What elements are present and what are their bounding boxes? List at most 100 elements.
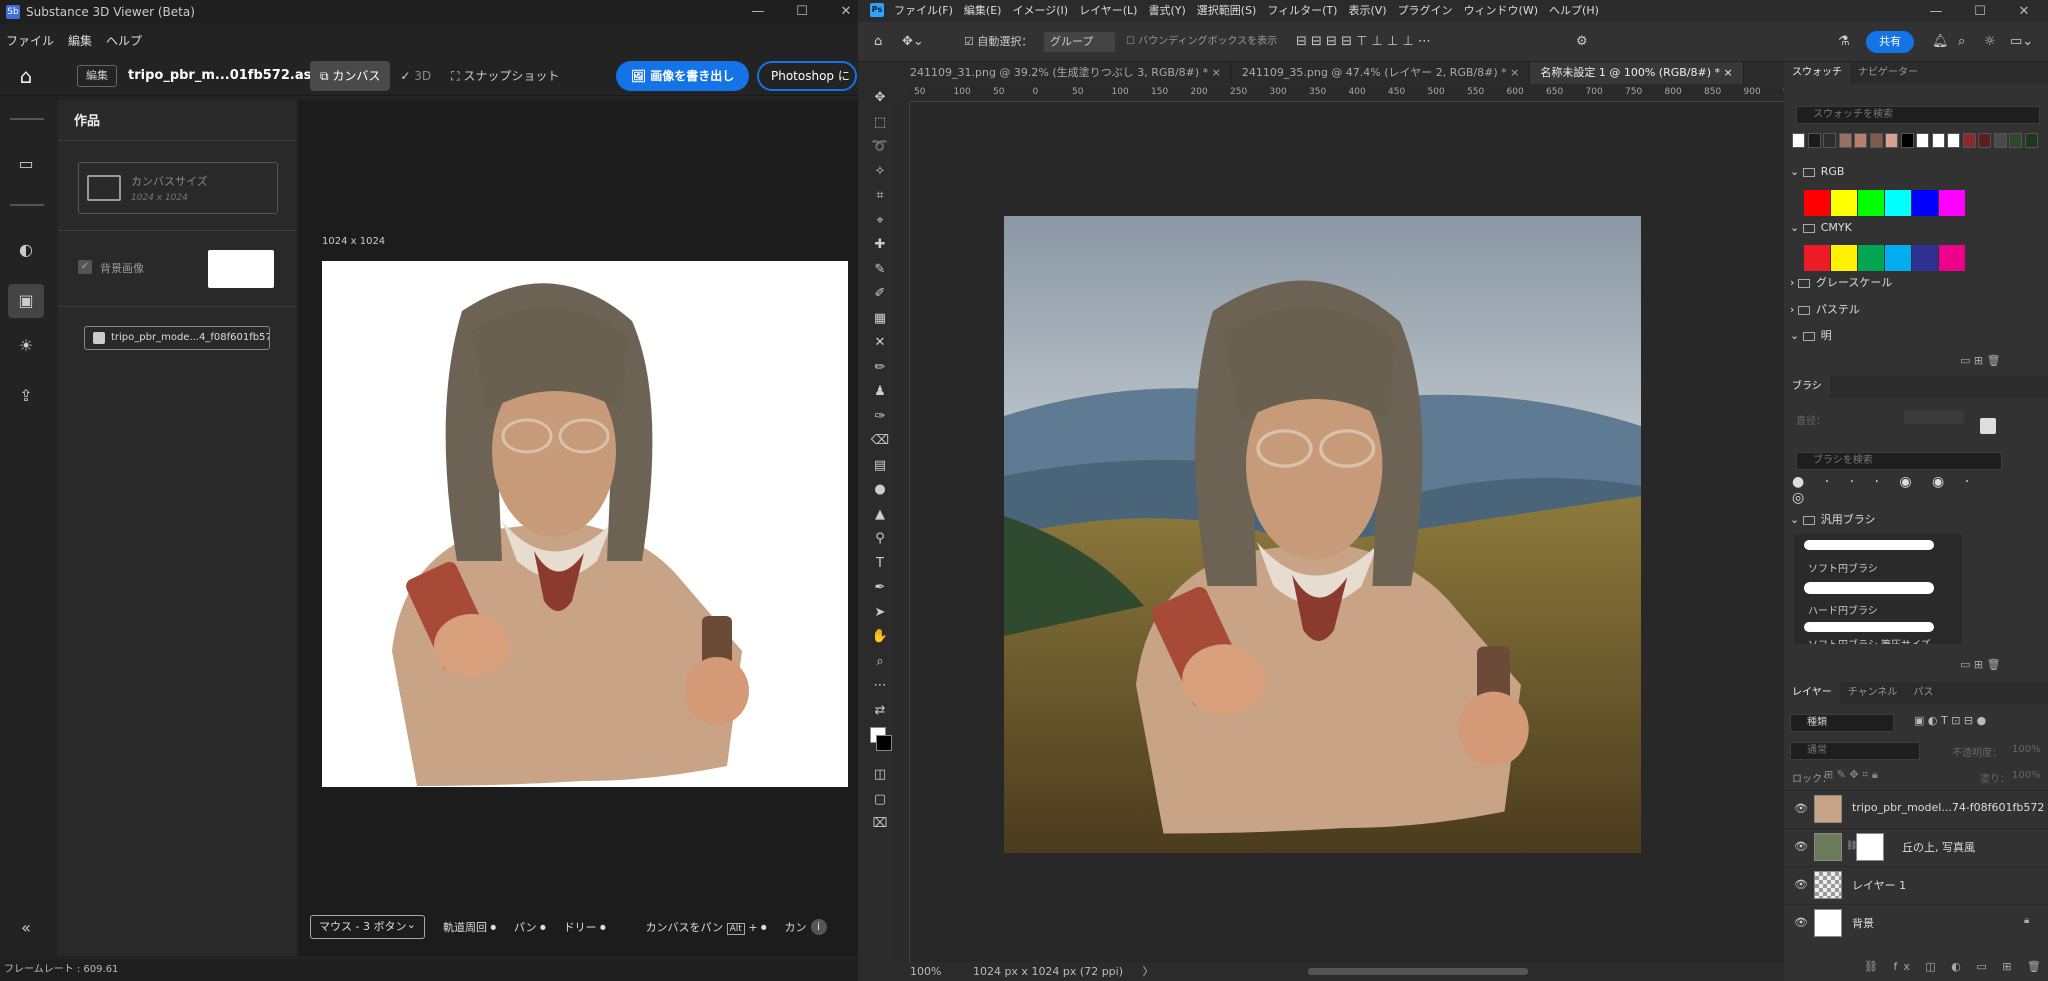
lasso-tool-icon[interactable]: ➰ (866, 135, 894, 160)
content-move-icon[interactable]: ✕ (866, 331, 894, 356)
ps-menu-view[interactable]: 表示(V) (1348, 2, 1386, 18)
blend-mode-select[interactable]: 通常 (1790, 742, 1920, 760)
path-select-icon[interactable]: ➤ (866, 601, 894, 626)
layer-row[interactable]: 👁︎ 背景 🔒︎ (1784, 904, 2048, 940)
color-swatch[interactable] (1804, 245, 1830, 271)
export-panel-icon[interactable]: ⇪ (14, 384, 38, 408)
recent-swatch[interactable] (1807, 133, 1821, 148)
lighting-icon[interactable]: ☀ (14, 334, 38, 358)
frame-icon[interactable]: ⌧ (866, 812, 894, 837)
recent-swatch[interactable] (1916, 133, 1929, 148)
ps-menu-type[interactable]: 書式(Y) (1148, 2, 1185, 18)
folder-icon[interactable]: ▭ (14, 152, 38, 176)
collapse-icon[interactable]: « (14, 916, 38, 940)
tab-channels[interactable]: チャンネル (1840, 682, 1906, 704)
eraser-icon[interactable]: ⌫ (866, 429, 894, 454)
dodge-tool-icon[interactable]: ▲ (866, 503, 894, 528)
marquee-tool-icon[interactable]: ⬚ (866, 111, 894, 136)
swatch-folder-grayscale[interactable]: › グレースケール (1790, 275, 1892, 291)
color-swatch[interactable] (1912, 190, 1938, 216)
background-color-swatch[interactable] (208, 250, 274, 288)
screen-mode-icon[interactable]: ▢ (866, 788, 894, 813)
canvas-preview[interactable] (322, 261, 848, 787)
recent-swatch[interactable] (1823, 133, 1836, 148)
fill-value[interactable]: 100% (2012, 770, 2041, 781)
tab-paths[interactable]: パス (1905, 682, 1941, 704)
edit-mode-button[interactable]: 編集 (77, 65, 117, 87)
eyedropper-icon[interactable]: ⌖ (866, 209, 894, 234)
bbox-checkbox[interactable]: ☐ バウンディングボックスを表示 (1126, 32, 1277, 52)
swatch-folder-cmyk[interactable]: ⌄ CMYK (1790, 220, 1852, 236)
recent-swatch[interactable] (1947, 133, 1960, 148)
color-swatch[interactable] (1831, 190, 1857, 216)
eye-icon[interactable]: 👁︎ (1794, 878, 1808, 891)
eye-icon[interactable]: 👁︎ (1794, 840, 1808, 853)
materials-icon[interactable]: ◐ (14, 238, 38, 262)
lock-icons[interactable]: ⊞ ✎ ✥ ⌗ 🔒︎ (1824, 768, 1878, 782)
opacity-value[interactable]: 100% (2012, 744, 2041, 755)
move-tool-icon[interactable]: ✥⌄ (902, 32, 924, 52)
recent-swatch[interactable] (1792, 133, 1805, 148)
layer-filter-icons[interactable]: ▣ ◐ T ⊡ ⊟ ● (1914, 714, 1986, 727)
tab-snapshot[interactable]: ⛶ スナップショット (441, 61, 569, 91)
ps-menu-image[interactable]: イメージ(I) (1012, 2, 1068, 18)
brush-search-input[interactable]: ブラシを検索 (1796, 452, 2002, 470)
mouse-mode-select[interactable]: マウス - 3 ボタン (310, 914, 425, 939)
sv-menu-help[interactable]: ヘルプ (106, 32, 142, 49)
send-to-photoshop-button[interactable]: Photoshop に (757, 61, 857, 91)
horizontal-scroll-thumb[interactable] (1308, 968, 1528, 975)
recent-swatch[interactable] (1993, 133, 2007, 148)
group-select[interactable]: グループ (1044, 32, 1116, 52)
background-color[interactable] (876, 735, 892, 751)
status-arrow-icon[interactable]: 〉 (1143, 965, 1154, 978)
maximize-button[interactable]: ☐ (1958, 0, 2002, 24)
canvas-size-card[interactable]: カンバスサイズ 1024 x 1024 (78, 162, 278, 214)
hand-tool-icon[interactable]: ✋ (866, 625, 894, 650)
minimize-button[interactable]: — (1914, 0, 1958, 24)
ps-menu-help[interactable]: ヘルプ(H) (1549, 2, 1599, 18)
recent-swatch[interactable] (1931, 133, 1945, 148)
layer-actions[interactable]: ⛓ fx ◫ ◐ ▭ ⊞ 🗑︎ (1864, 960, 2047, 973)
lightbulb-icon[interactable]: ☼ (1984, 32, 1996, 52)
model-list-item[interactable]: tripo_pbr_mode...4_f08f601fb572 (84, 326, 270, 350)
export-image-button[interactable]: 🖼 画像を書き出し (616, 61, 749, 91)
tab-3d[interactable]: ✓ 3D (390, 61, 441, 91)
brush-tool-icon[interactable]: ✏ (866, 356, 894, 381)
ps-menu-layer[interactable]: レイヤー(L) (1079, 2, 1137, 18)
eye-icon[interactable]: 👁︎ (1794, 916, 1808, 929)
move-tool-icon[interactable]: ✥ (866, 86, 894, 111)
brush-folder-general[interactable]: ⌄ 汎用ブラシ (1790, 512, 1876, 528)
sponge-tool-icon[interactable]: ⚲ (866, 527, 894, 552)
ps-menu-file[interactable]: ファイル(F) (894, 2, 953, 18)
tab-brush[interactable]: ブラシ (1784, 376, 1830, 398)
color-swatch[interactable] (1858, 245, 1884, 271)
swatch-folder-light[interactable]: ⌄ 明 (1790, 328, 1832, 344)
recent-swatch[interactable] (2009, 133, 2022, 148)
swatch-actions[interactable]: ▭ ⊞ 🗑︎ (1960, 354, 2001, 367)
home-icon[interactable]: ⌂ (14, 64, 38, 88)
home-icon[interactable]: ⌂ (874, 32, 882, 52)
color-swatch[interactable] (1858, 190, 1884, 216)
recent-swatch[interactable] (1900, 133, 1914, 148)
pen-tool-icon[interactable]: ✒ (866, 576, 894, 601)
type-tool-icon[interactable]: T (866, 552, 894, 577)
ps-menu-select[interactable]: 選択範囲(S) (1197, 2, 1257, 18)
search-icon[interactable]: ⌕ (1958, 32, 1965, 52)
doc-tab[interactable]: 241109_31.png @ 39.2% (生成塗りつぶし 3, RGB/8#… (900, 62, 1232, 84)
background-checkbox[interactable]: ✓ (78, 260, 92, 274)
ps-menu-plugins[interactable]: プラグイン (1398, 2, 1453, 18)
align-icons[interactable]: ⊟ ⊟ ⊟ ⊟ ⊤ ⊥ ⊥ ⊥ ⋯ (1296, 32, 1431, 52)
heal-brush-icon[interactable]: ✐ (866, 282, 894, 307)
more-tools-icon[interactable]: ⋯ (866, 674, 894, 699)
swap-colors-icon[interactable]: ⇄ (866, 699, 894, 724)
maximize-button[interactable]: ☐ (780, 0, 824, 24)
zoom-tool-icon[interactable]: ⌕ (866, 650, 894, 675)
swatch-folder-rgb[interactable]: ⌄ RGB (1790, 164, 1844, 180)
crop-tool-icon[interactable]: ⌗ (866, 184, 894, 209)
sv-menu-edit[interactable]: 編集 (68, 32, 92, 49)
tab-canvas[interactable]: ⧉ カンバス (310, 61, 391, 91)
stamp-tool-icon[interactable]: ♟ (866, 380, 894, 405)
brush-new-icon[interactable] (1980, 418, 1996, 434)
gear-icon[interactable]: ⚙ (1576, 32, 1588, 52)
color-swatch[interactable] (1912, 245, 1938, 271)
